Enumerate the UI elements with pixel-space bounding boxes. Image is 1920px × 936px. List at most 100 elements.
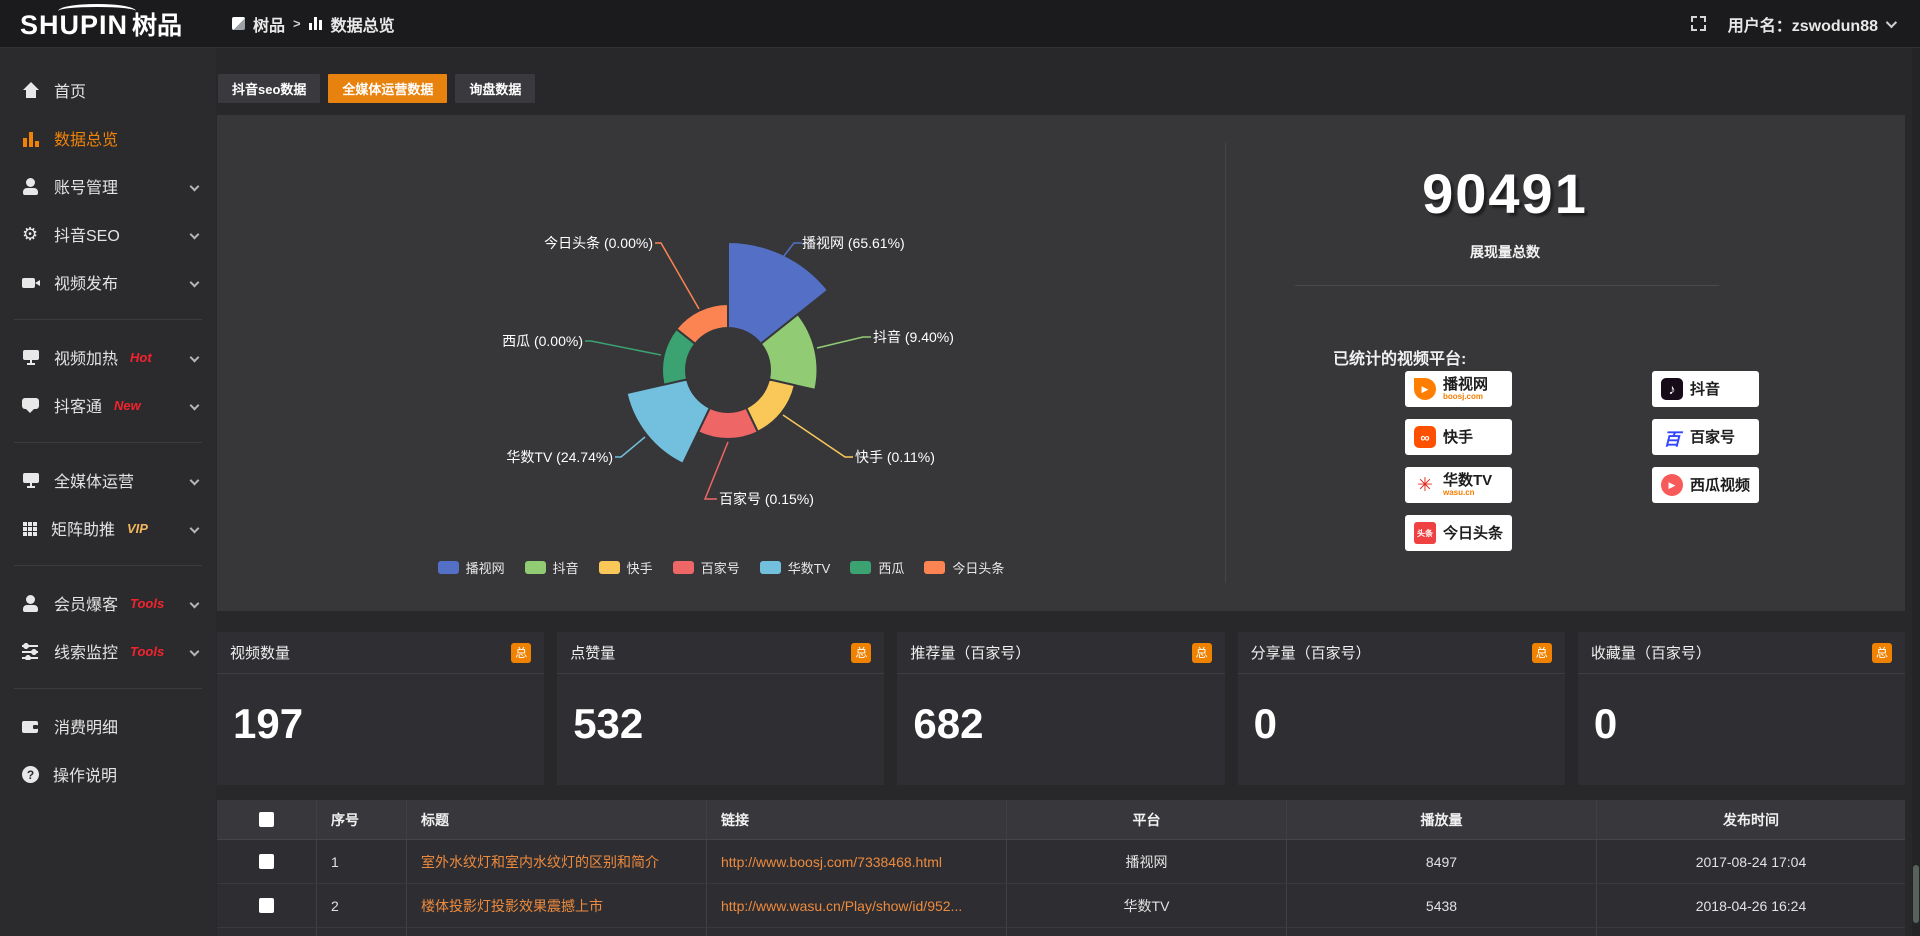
scrollbar-thumb[interactable]	[1913, 865, 1919, 923]
select-all-checkbox[interactable]	[259, 812, 274, 827]
pie-label-快手: 快手 (0.11%)	[855, 448, 935, 466]
sidebar-item[interactable]: 视频加热 Hot	[0, 333, 216, 381]
platform-name: 播视网	[1443, 377, 1488, 392]
stat-value: 197	[217, 674, 544, 748]
stat-title: 推荐量（百家号）	[910, 642, 1030, 663]
sidebar-item[interactable]: 抖客通 New	[0, 381, 216, 429]
row-checkbox[interactable]	[259, 898, 274, 913]
sidebar-item[interactable]: 线索监控 Tools	[0, 627, 216, 675]
fullscreen-icon[interactable]	[1691, 16, 1706, 31]
legend-swatch	[850, 561, 871, 574]
total-impressions-label: 展现量总数	[1225, 242, 1785, 262]
help-icon	[22, 766, 39, 783]
stat-value: 0	[1578, 674, 1905, 748]
pie-slice-播视网[interactable]	[728, 242, 828, 344]
sidebar-item[interactable]: 视频发布	[0, 258, 216, 306]
col-header: 播放量	[1287, 800, 1597, 839]
col-header: 平台	[1007, 800, 1287, 839]
platform-badge: ♪ 抖音	[1652, 371, 1759, 407]
tab[interactable]: 询盘数据	[455, 74, 535, 103]
sidebar-divider	[14, 688, 202, 689]
sidebar-item[interactable]: 数据总览	[0, 114, 216, 162]
cell-url-link[interactable]: http://www.boosj.com/7338468.html	[707, 840, 1007, 883]
pie-label-line	[585, 341, 661, 355]
sidebar-divider	[14, 442, 202, 443]
app-logo: SHUPIN 树品	[0, 6, 216, 42]
sidebar-item-label: 会员爆客	[54, 591, 118, 615]
chevron-down-icon	[190, 400, 200, 410]
sidebar-item[interactable]: 会员爆客 Tools	[0, 579, 216, 627]
stat-card: 收藏量（百家号） 总 0	[1578, 632, 1905, 785]
sidebar-item[interactable]: 操作说明	[0, 750, 216, 798]
legend-label: 华数TV	[788, 558, 831, 577]
legend-item[interactable]: 今日头条	[924, 558, 1004, 577]
sidebar-item-label: 全媒体运营	[54, 468, 134, 492]
legend-label: 西瓜	[878, 558, 904, 577]
user-menu[interactable]: 用户名：zswodun88	[1728, 12, 1894, 36]
heat-icon	[22, 349, 40, 366]
sidebar-item-label: 账号管理	[54, 174, 118, 198]
breadcrumb-root[interactable]: 树品	[253, 12, 285, 36]
cell-url-link[interactable]: http://www.wasu.cn/Play/show/id/952...	[707, 884, 1007, 927]
pie-slice-华数TV[interactable]	[627, 379, 710, 463]
cell-title-link[interactable]: 楼体投影灯投影效果震撼上市	[407, 884, 707, 927]
stat-card: 视频数量 总 197	[217, 632, 544, 785]
cell-index	[317, 928, 407, 936]
pie-label-华数TV: 华数TV (24.74%)	[506, 448, 613, 466]
cell-plays: 8497	[1287, 840, 1597, 883]
legend-label: 快手	[627, 558, 653, 577]
sidebar-item[interactable]: 首页	[0, 66, 216, 114]
sidebar-item-label: 数据总览	[54, 126, 118, 150]
stat-value: 0	[1238, 674, 1565, 748]
sidebar-item[interactable]: 矩阵助推 VIP	[0, 504, 216, 552]
legend-item[interactable]: 华数TV	[760, 558, 831, 577]
tab[interactable]: 抖音seo数据	[218, 74, 320, 103]
chart-panel: 播视网 (65.61%)抖音 (9.40%)快手 (0.11%)百家号 (0.1…	[217, 115, 1905, 611]
legend-item[interactable]: 抖音	[525, 558, 579, 577]
sidebar-item-tag: VIP	[127, 521, 148, 536]
sidebar-item[interactable]: 消费明细	[0, 702, 216, 750]
cell-platform	[1007, 928, 1287, 936]
legend-swatch	[760, 561, 781, 574]
legend-label: 播视网	[466, 558, 505, 577]
wallet-icon	[22, 718, 40, 735]
platform-name: 西瓜视频	[1690, 478, 1750, 493]
chevron-down-icon	[190, 181, 200, 191]
member-icon	[22, 595, 40, 612]
clue-icon	[22, 643, 40, 660]
total-badge: 总	[1192, 643, 1212, 663]
col-header: 序号	[317, 800, 407, 839]
cell-title-link[interactable]: 室外水纹灯和室内水纹灯的区别和简介	[407, 840, 707, 883]
baijiahao-logo-icon: 百	[1661, 426, 1683, 448]
row-checkbox[interactable]	[259, 854, 274, 869]
pie-label-今日头条: 今日头条 (0.00%)	[544, 234, 653, 252]
sidebar-item-tag: Tools	[130, 596, 164, 611]
legend-label: 抖音	[553, 558, 579, 577]
legend-item[interactable]: 百家号	[673, 558, 740, 577]
breadcrumb: 树品 > 数据总览	[232, 12, 395, 36]
cell-url-link[interactable]	[707, 928, 1007, 936]
legend-swatch	[673, 561, 694, 574]
cell-title-link[interactable]	[407, 928, 707, 936]
platform-badge: ▶ 播视网 boosj.com	[1405, 371, 1512, 407]
tab[interactable]: 全媒体运营数据	[328, 74, 447, 103]
cell-time	[1597, 928, 1905, 936]
chevron-down-icon	[1886, 16, 1897, 27]
rose-pie-chart: 播视网 (65.61%)抖音 (9.40%)快手 (0.11%)百家号 (0.1…	[217, 115, 1225, 611]
table-header-row: 序号 标题 链接 平台 播放量 发布时间	[217, 800, 1905, 840]
bar-chart-icon	[309, 17, 323, 30]
sidebar-item[interactable]: 抖音SEO	[0, 210, 216, 258]
chevron-down-icon	[190, 646, 200, 656]
page-scrollbar	[1912, 48, 1920, 936]
stat-title: 分享量（百家号）	[1251, 642, 1371, 663]
legend-item[interactable]: 播视网	[438, 558, 505, 577]
legend-item[interactable]: 快手	[599, 558, 653, 577]
platform-badge: ∞ 快手	[1405, 419, 1512, 455]
sidebar-item[interactable]: 账号管理	[0, 162, 216, 210]
legend-item[interactable]: 西瓜	[850, 558, 904, 577]
platform-name: 抖音	[1690, 382, 1720, 397]
home-icon	[22, 82, 40, 99]
stat-title: 视频数量	[230, 642, 290, 663]
sidebar-item[interactable]: 全媒体运营	[0, 456, 216, 504]
sidebar-item-tag: Tools	[130, 644, 164, 659]
